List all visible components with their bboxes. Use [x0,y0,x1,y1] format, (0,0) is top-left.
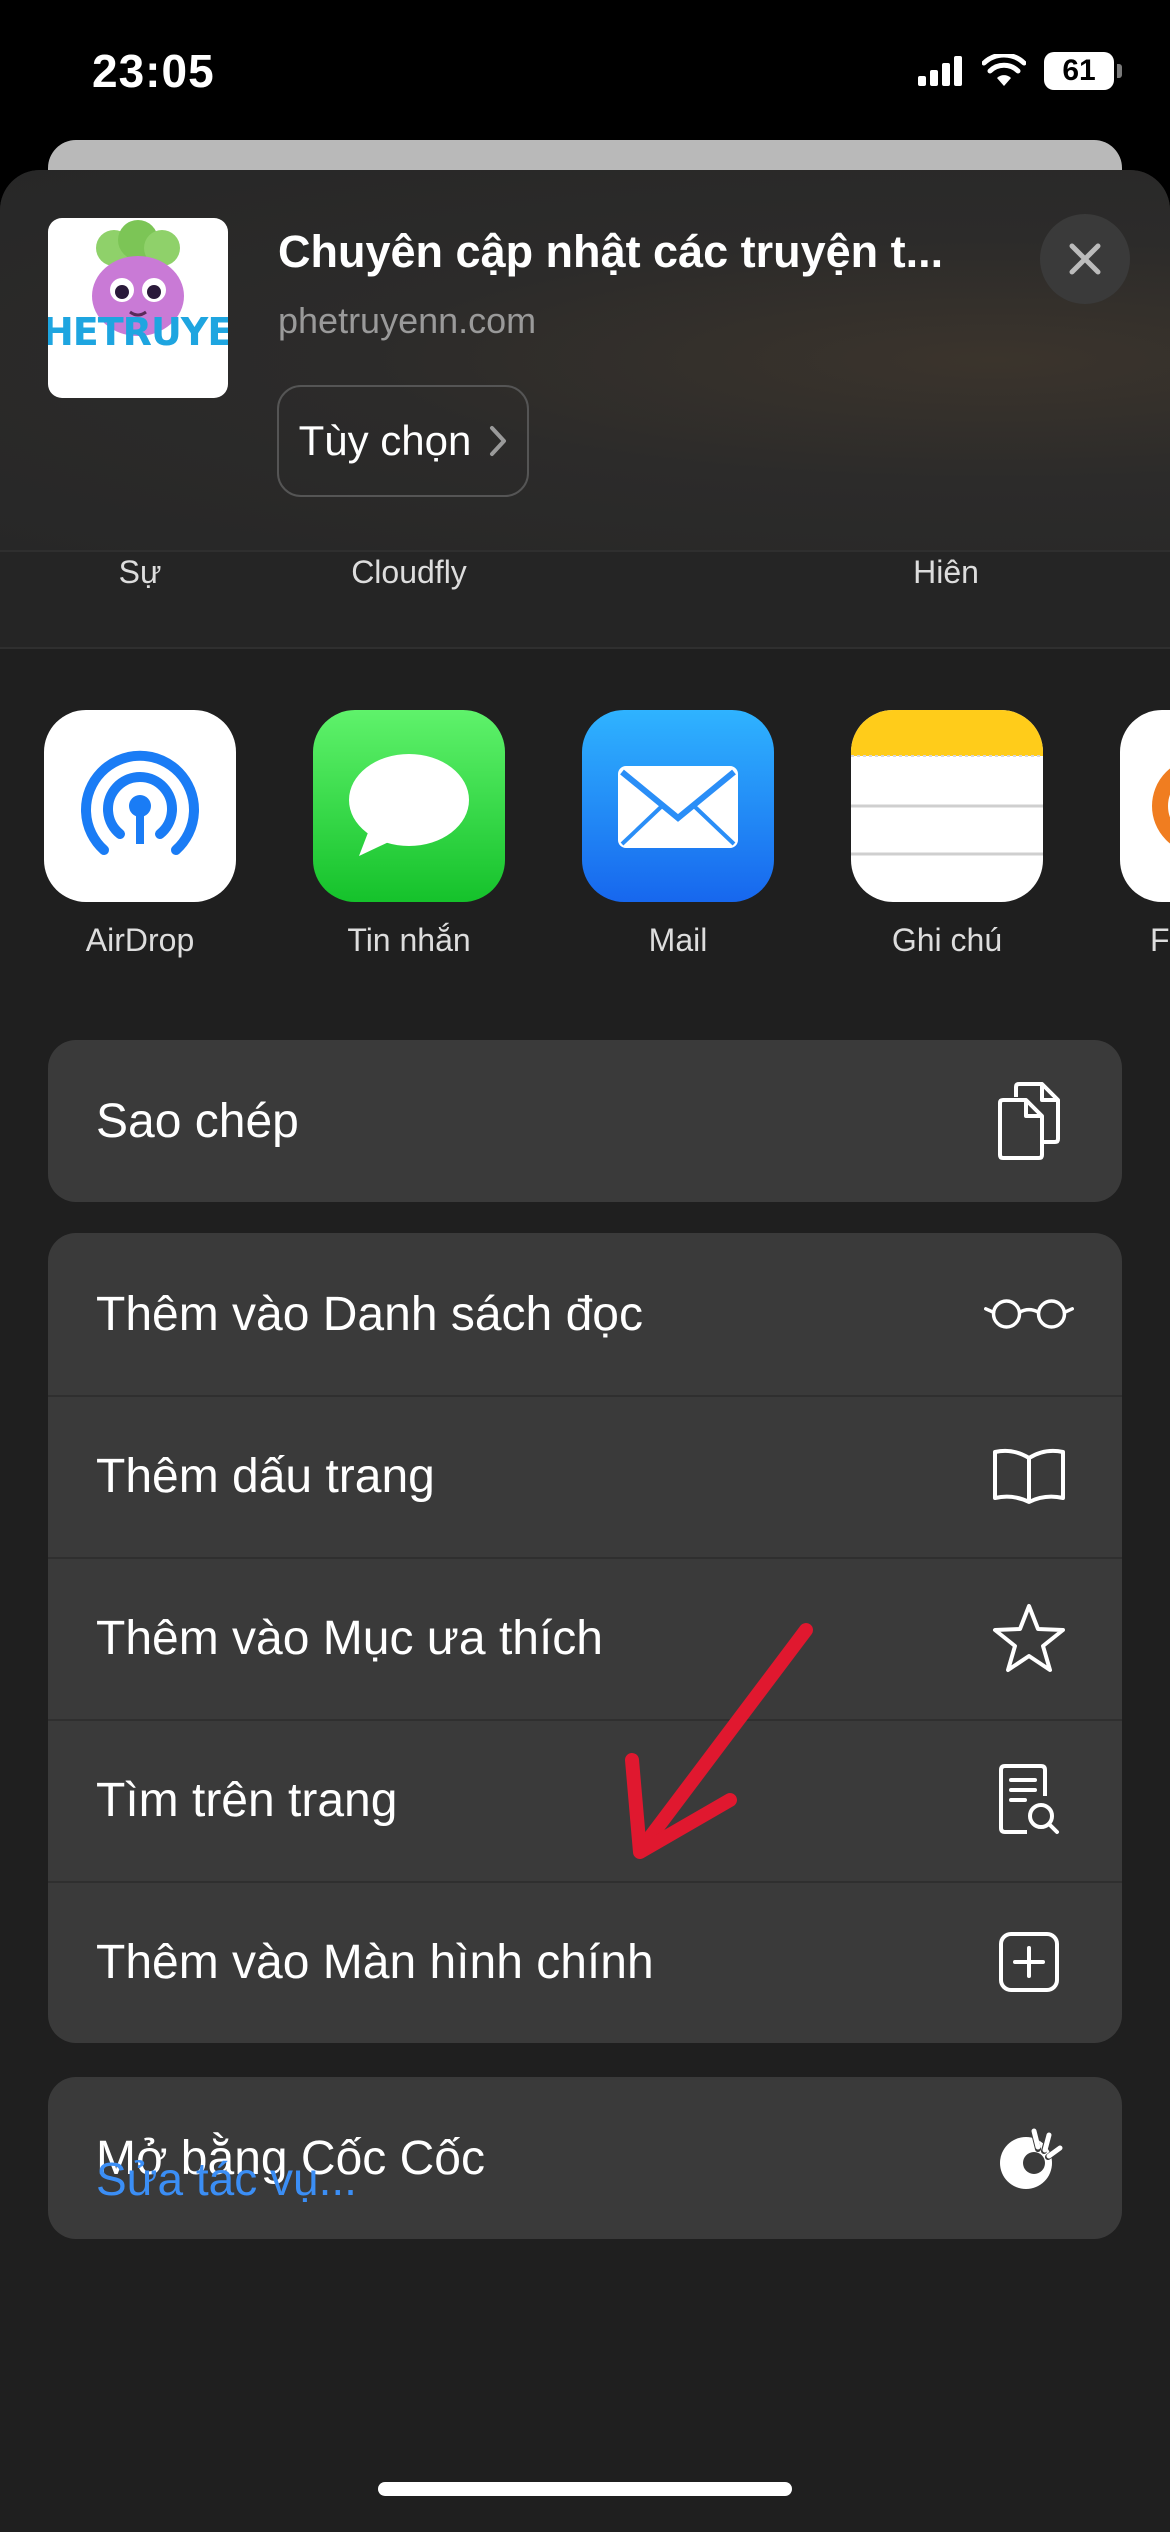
battery-indicator: 61 [1044,52,1122,90]
site-logo-icon [92,220,184,336]
add-favorites-label: Thêm vào Mục ưa thích [96,1611,603,1665]
status-bar: 23:05 61 [0,0,1170,150]
site-url: phetruyenn.com [278,300,537,341]
person-suggestion[interactable]: Cloudfly [351,554,467,591]
options-label: Tùy chọn [298,417,472,464]
copy-action[interactable]: Sao chép [48,1040,1122,1202]
share-apps-row: AirDrop Tin nhắn Mail Ghi chú F [0,710,1170,980]
site-thumbnail: HETRUYEN [48,218,228,398]
find-on-page-action[interactable]: Tìm trên trang [48,1719,1122,1881]
edit-actions-link[interactable]: Sửa tác vụ... [96,2152,357,2206]
person-suggestion[interactable]: Sự [119,554,162,591]
book-icon [984,1431,1074,1521]
person-suggestion[interactable]: Hiên [913,554,979,591]
site-title: Chuyên cập nhật các truyện t... [278,226,944,277]
status-time: 23:05 [92,45,215,97]
coccoc-icon [984,2113,1074,2203]
app-messages[interactable]: Tin nhắn [313,710,505,959]
find-on-page-label: Tìm trên trang [96,1773,398,1827]
wifi-icon [982,54,1026,86]
add-bookmark-action[interactable]: Thêm dấu trang [48,1395,1122,1557]
add-to-home-screen-label: Thêm vào Màn hình chính [96,1935,654,1989]
status-icons: 61 [918,52,1122,90]
add-reading-list-label: Thêm vào Danh sách đọc [96,1287,643,1341]
copy-group: Sao chép [48,1040,1122,1202]
add-favorites-action[interactable]: Thêm vào Mục ưa thích [48,1557,1122,1719]
app-label: Tin nhắn [347,922,471,958]
site-logo-text: HETRUYEN [48,310,228,354]
home-indicator[interactable] [378,2482,792,2496]
app-label: Mail [648,922,708,958]
star-icon [984,1593,1074,1683]
add-square-icon [984,1917,1074,2007]
copy-label: Sao chép [96,1094,299,1148]
app-partial[interactable]: Fr [1120,710,1170,959]
app-mail[interactable]: Mail [582,710,774,959]
app-label: Ghi chú [891,922,1003,958]
add-to-home-screen-action[interactable]: Thêm vào Màn hình chính [48,1881,1122,2043]
share-sheet-header: HETRUYEN Chuyên cập nhật các truyện t...… [0,170,1170,550]
close-button[interactable] [1040,214,1130,304]
glasses-icon [984,1269,1074,1359]
app-airdrop[interactable]: AirDrop [44,710,236,959]
app-label: AirDrop [85,922,195,958]
notes-icon [851,710,1043,902]
battery-level: 61 [1062,54,1096,87]
app-partial-icon [1120,710,1170,902]
share-sheet-screen: 23:05 61 HETRUYE Chuyên cập nhật các tru… [0,0,1170,2532]
find-in-page-icon [984,1755,1074,1845]
options-button[interactable]: Tùy chọn [277,385,529,497]
app-notes[interactable]: Ghi chú [851,710,1043,959]
add-reading-list-action[interactable]: Thêm vào Danh sách đọc [48,1233,1122,1395]
page-actions-group: Thêm vào Danh sách đọc Thêm dấu trang Th… [48,1233,1122,2043]
close-icon [1069,243,1101,275]
add-bookmark-label: Thêm dấu trang [96,1449,435,1503]
people-suggestions-row: Sự Cloudfly Hiên [0,550,1170,649]
app-label: Fr [1150,922,1170,958]
messages-icon [313,710,505,902]
airdrop-icon [44,710,236,902]
copy-icon [984,1076,1074,1166]
chevron-right-icon [490,426,507,456]
mail-icon [582,710,774,902]
cellular-signal-icon [918,56,962,86]
